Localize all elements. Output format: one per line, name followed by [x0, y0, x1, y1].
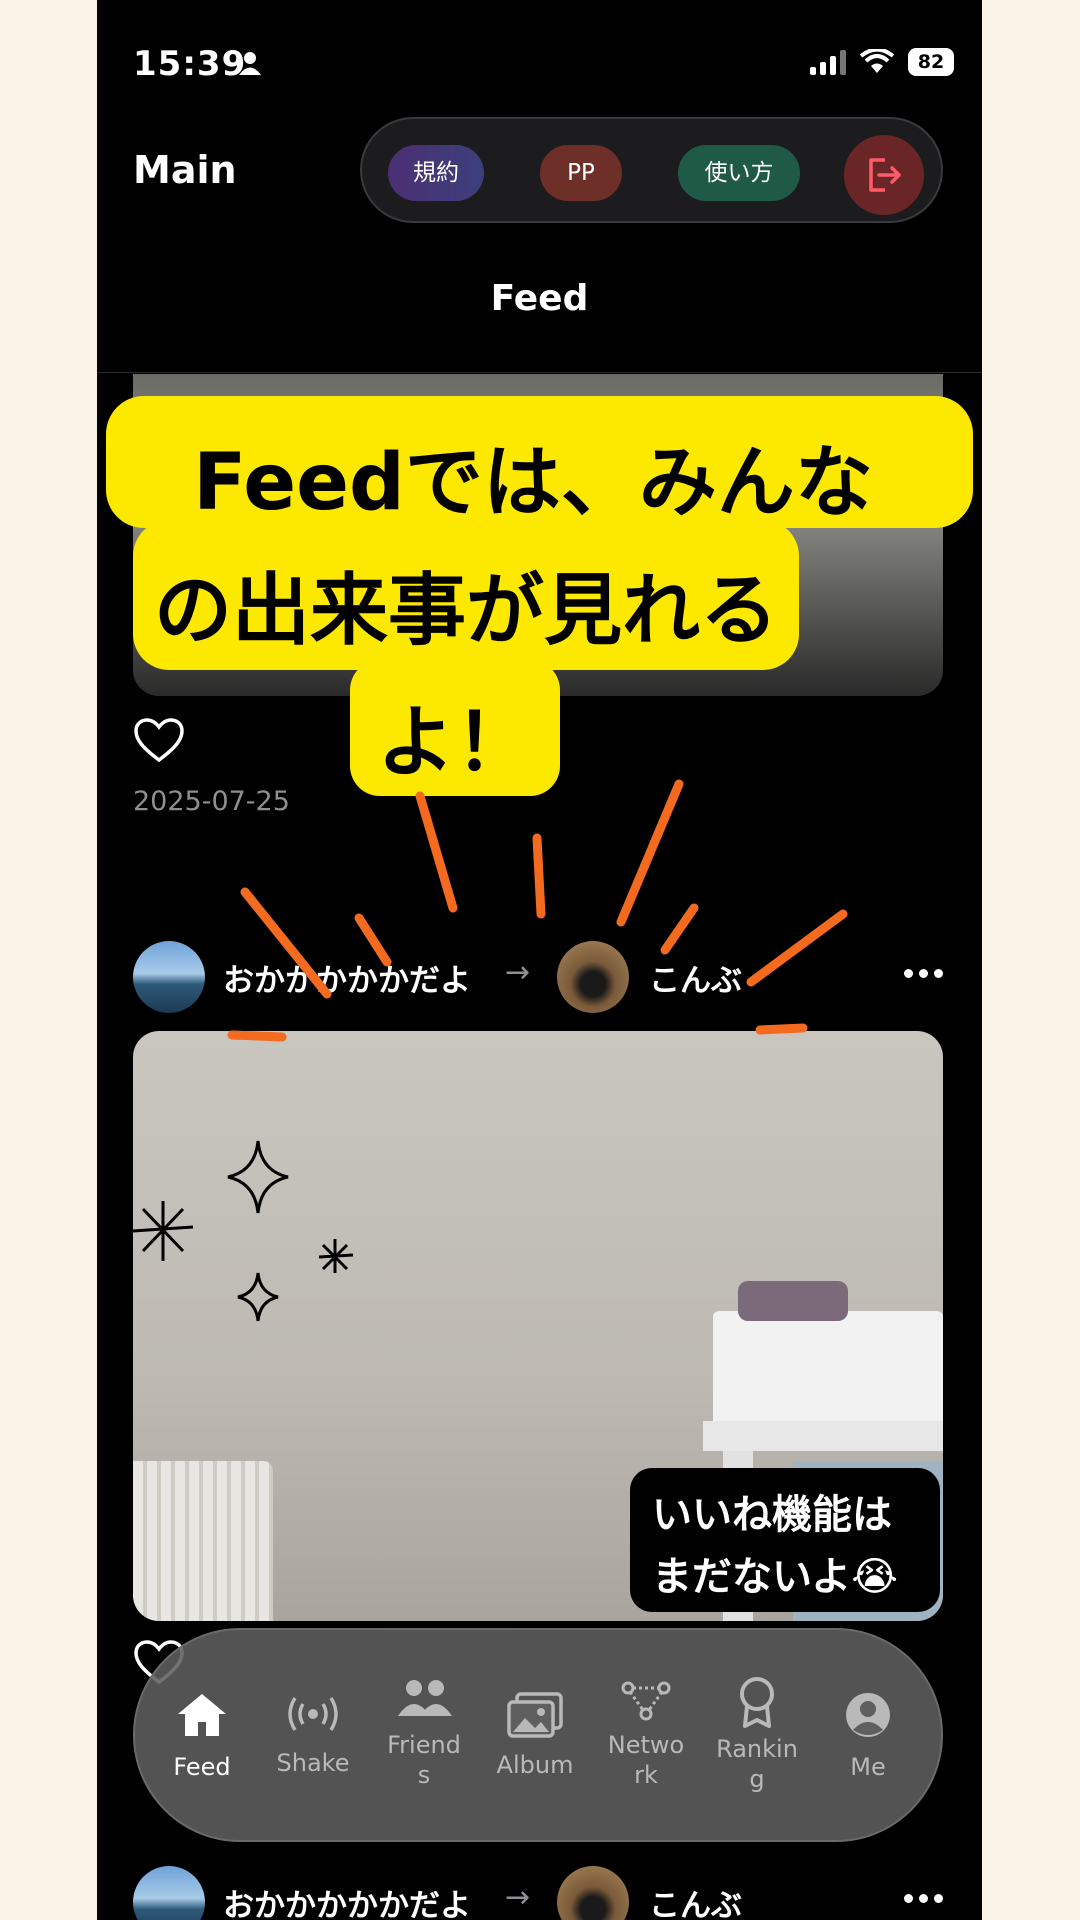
tab-me[interactable]: Me [813, 1630, 923, 1844]
battery-indicator: 82 [908, 48, 954, 76]
tutorial-banner-line: Feedでは、みんな [193, 438, 873, 528]
tutorial-banner-line: の出来事が見れる [153, 566, 778, 656]
people-icon [398, 1680, 452, 1716]
ribbon-icon [740, 1677, 774, 1728]
wifi-icon [860, 49, 894, 73]
like-heart-icon[interactable] [133, 718, 185, 764]
more-options-button[interactable] [904, 1894, 943, 1903]
tutorial-banner-line: よ！ [376, 698, 533, 788]
tab-label: Friend s [387, 1731, 461, 1789]
tab-label: Album [496, 1751, 574, 1779]
how-to-use-button[interactable]: 使い方 [678, 145, 800, 201]
bottom-tab-bar: Feed Shake Friend s Album Netwo rk Ranki… [133, 1628, 943, 1842]
photo-basket [133, 1461, 273, 1621]
sticker-note-line: まだないよ😭 [652, 1554, 898, 1600]
post-date: 2025-07-25 [133, 786, 290, 817]
tab-shake[interactable]: Shake [258, 1630, 368, 1844]
person-status-icon [239, 52, 261, 75]
avatar[interactable] [557, 1866, 629, 1920]
avatar[interactable] [557, 941, 629, 1013]
arrow-right-icon: → [505, 1880, 531, 1915]
home-icon [178, 1694, 226, 1736]
terms-button[interactable]: 規約 [388, 145, 484, 201]
status-indicators: 82 [810, 48, 954, 76]
cellular-signal-icon [810, 49, 846, 75]
tab-label: Netwo rk [607, 1731, 685, 1789]
tab-label: Shake [276, 1749, 350, 1777]
status-time: 15:39 [133, 44, 247, 84]
page-title: Feed [490, 278, 589, 319]
tab-label: Me [850, 1753, 886, 1781]
sparkle-doodle [133, 1140, 354, 1322]
recipient-username[interactable]: こんぶ [649, 1880, 742, 1920]
avatar[interactable] [133, 941, 205, 1013]
header-divider [97, 372, 982, 373]
person-icon [846, 1693, 890, 1737]
network-icon [621, 1681, 671, 1721]
tab-feed[interactable]: Feed [147, 1630, 257, 1844]
sender-username[interactable]: おかかかかかだよ [223, 955, 471, 1000]
sender-username[interactable]: おかかかかかだよ [223, 1880, 471, 1920]
post-header: おかかかかかだよ → こんぶ [133, 1866, 943, 1920]
main-title: Main [133, 148, 237, 192]
logout-button[interactable] [844, 135, 924, 215]
tab-label: Feed [173, 1753, 231, 1781]
header-pill-bar: 規約 PP 使い方 [360, 117, 943, 223]
post-header: おかかかかかだよ → こんぶ [133, 941, 943, 1013]
tab-label: Rankin g [716, 1735, 798, 1793]
tab-ranking[interactable]: Rankin g [702, 1630, 812, 1844]
logout-icon [869, 158, 901, 192]
recipient-username[interactable]: こんぶ [649, 955, 742, 1000]
sticker-note: いいね機能は まだないよ😭 [630, 1468, 940, 1612]
more-options-button[interactable] [904, 969, 943, 978]
photos-icon [507, 1692, 563, 1738]
privacy-policy-button[interactable]: PP [540, 145, 622, 201]
tab-network[interactable]: Netwo rk [591, 1630, 701, 1844]
sticker-note-line: いいね機能は [652, 1492, 892, 1538]
tab-album[interactable]: Album [480, 1630, 590, 1844]
avatar[interactable] [133, 1866, 205, 1920]
tab-friends[interactable]: Friend s [369, 1630, 479, 1844]
broadcast-icon [288, 1697, 338, 1731]
phone-screen: 15:39 82 Main 規約 PP 使い方 Feed 2025-07-25 [97, 0, 982, 1920]
arrow-right-icon: → [505, 955, 531, 990]
